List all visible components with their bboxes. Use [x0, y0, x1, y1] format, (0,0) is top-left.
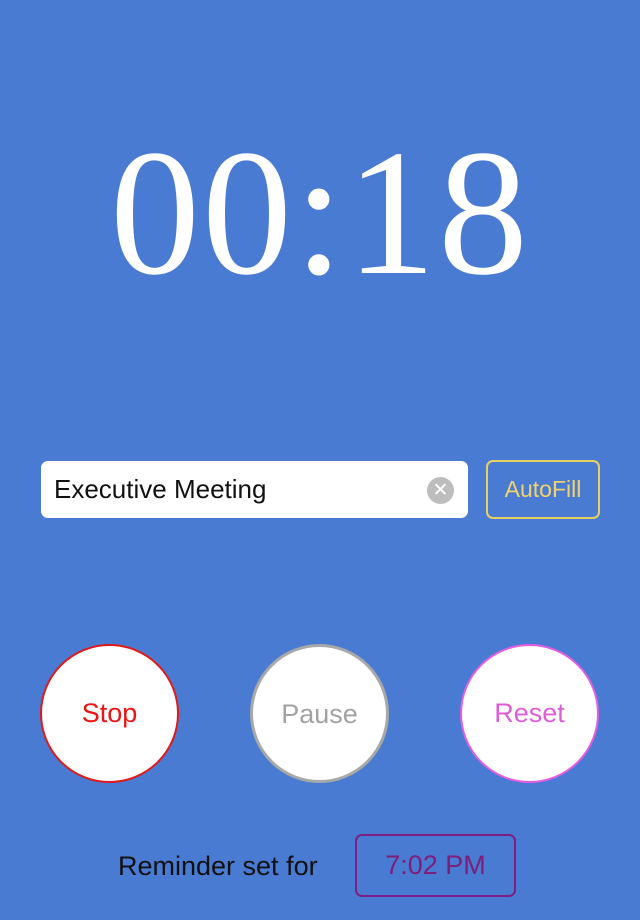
pause-button[interactable]: Pause [250, 644, 389, 783]
stop-button[interactable]: Stop [40, 644, 179, 783]
autofill-button[interactable]: AutoFill [486, 460, 600, 519]
meeting-name-input[interactable] [54, 461, 414, 518]
clear-icon[interactable]: ✕ [427, 477, 454, 504]
reminder-time-button[interactable]: 7:02 PM [355, 834, 516, 897]
reset-button[interactable]: Reset [460, 644, 599, 783]
meeting-name-field[interactable]: ✕ [41, 461, 468, 518]
reminder-label: Reminder set for [118, 851, 318, 881]
timer-display: 00:18 [109, 113, 530, 312]
